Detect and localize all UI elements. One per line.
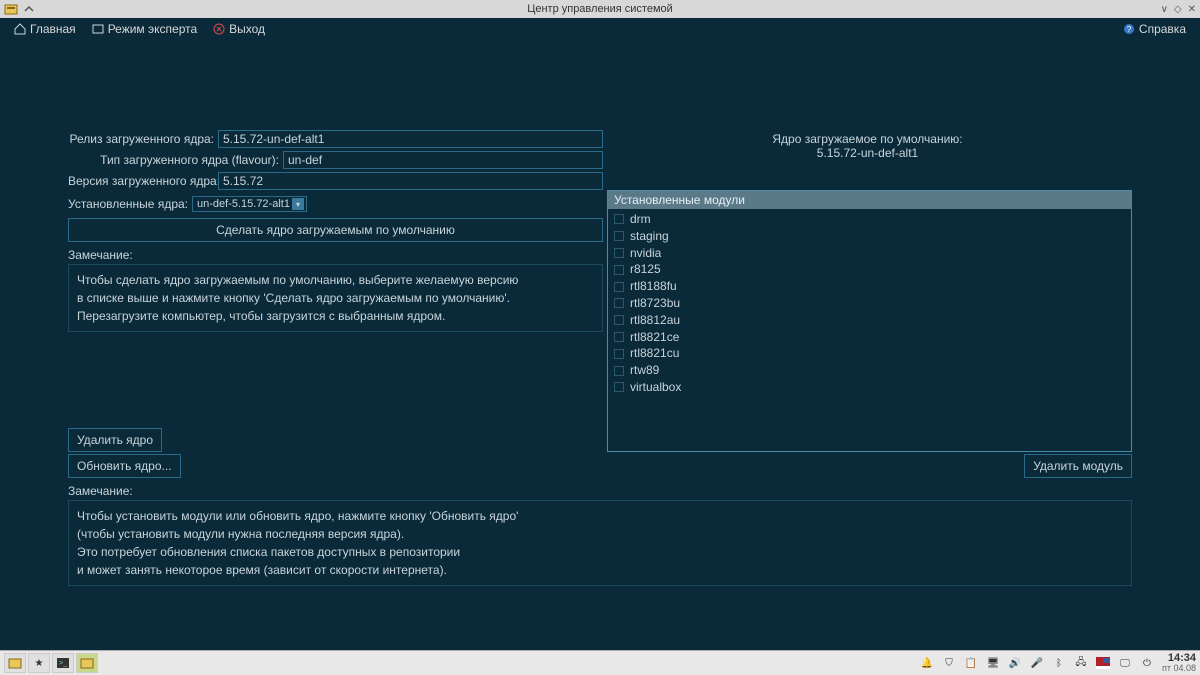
module-item[interactable]: r8125 xyxy=(608,261,1131,278)
module-checkbox[interactable] xyxy=(614,332,624,342)
default-kernel-value: 5.15.72-un-def-alt1 xyxy=(603,146,1132,160)
note2-label: Замечание: xyxy=(68,484,1132,498)
module-item[interactable]: nvidia xyxy=(608,245,1131,262)
up-icon[interactable] xyxy=(22,2,36,16)
remove-module-button[interactable]: Удалить модуль xyxy=(1024,454,1132,478)
taskbar-favorites[interactable]: ★ xyxy=(28,653,50,673)
taskbar-control-center[interactable] xyxy=(76,653,98,673)
microphone-icon[interactable]: 🎤 xyxy=(1030,656,1044,670)
logout-icon[interactable]: ⏻ xyxy=(1140,656,1154,670)
module-checkbox[interactable] xyxy=(614,214,624,224)
monitor-icon[interactable]: 🖵 xyxy=(1118,656,1132,670)
module-item[interactable]: virtualbox xyxy=(608,379,1131,396)
module-label: rtl8821ce xyxy=(630,329,679,346)
menu-help[interactable]: ? Справка xyxy=(1115,22,1194,36)
module-checkbox[interactable] xyxy=(614,315,624,325)
modules-panel: Установленные модули drmstagingnvidiar81… xyxy=(607,190,1132,452)
module-checkbox[interactable] xyxy=(614,298,624,308)
installed-dropdown[interactable]: un-def-5.15.72-alt1 ▾ xyxy=(192,196,307,212)
note2-box: Чтобы установить модули или обновить ядр… xyxy=(68,500,1132,586)
maximize-button[interactable]: ◇ xyxy=(1174,4,1182,15)
notification-icon[interactable]: 🔔 xyxy=(920,656,934,670)
flavour-label: Тип загруженного ядра (flavour): xyxy=(68,153,283,167)
modules-list[interactable]: drmstagingnvidiar8125rtl8188furtl8723bur… xyxy=(608,209,1131,451)
module-item[interactable]: rtl8812au xyxy=(608,312,1131,329)
expert-icon xyxy=(92,23,104,35)
module-checkbox[interactable] xyxy=(614,382,624,392)
minimize-button[interactable]: ∨ xyxy=(1161,4,1168,15)
module-checkbox[interactable] xyxy=(614,366,624,376)
help-icon: ? xyxy=(1123,23,1135,35)
module-label: virtualbox xyxy=(630,379,681,396)
window-titlebar: Центр управления системой ∨ ◇ ✕ xyxy=(0,0,1200,18)
window-title: Центр управления системой xyxy=(527,3,673,15)
module-checkbox[interactable] xyxy=(614,265,624,275)
security-icon[interactable]: ⛉ xyxy=(942,656,956,670)
flavour-input[interactable] xyxy=(283,151,603,169)
make-default-button[interactable]: Сделать ядро загружаемым по умолчанию xyxy=(68,218,603,242)
main-content: Релиз загруженного ядра: Тип загруженног… xyxy=(0,40,1200,650)
close-button[interactable]: ✕ xyxy=(1188,4,1196,15)
version-input[interactable] xyxy=(218,172,603,190)
module-checkbox[interactable] xyxy=(614,248,624,258)
module-item[interactable]: rtl8188fu xyxy=(608,278,1131,295)
version-label: Версия загруженного ядра: xyxy=(68,174,218,188)
exit-icon xyxy=(213,23,225,35)
module-label: rtl8723bu xyxy=(630,295,680,312)
module-checkbox[interactable] xyxy=(614,349,624,359)
module-label: rtw89 xyxy=(630,362,659,379)
release-input[interactable] xyxy=(218,130,603,148)
menu-home[interactable]: Главная xyxy=(6,22,84,36)
keyboard-layout-icon[interactable] xyxy=(1096,656,1110,670)
network-icon[interactable]: 🖧 xyxy=(1074,656,1088,670)
modules-header: Установленные модули xyxy=(608,191,1131,209)
bluetooth-icon[interactable]: ᛒ xyxy=(1052,656,1066,670)
note1-box: Чтобы сделать ядро загружаемым по умолча… xyxy=(68,264,603,332)
module-label: staging xyxy=(630,228,669,245)
menu-expert[interactable]: Режим эксперта xyxy=(84,22,205,36)
chevron-down-icon: ▾ xyxy=(292,198,304,210)
home-icon xyxy=(14,23,26,35)
module-item[interactable]: rtw89 xyxy=(608,362,1131,379)
note1-label: Замечание: xyxy=(68,248,603,262)
module-item[interactable]: staging xyxy=(608,228,1131,245)
remove-kernel-button[interactable]: Удалить ядро xyxy=(68,428,162,452)
clipboard-icon[interactable]: 📋 xyxy=(964,656,978,670)
module-checkbox[interactable] xyxy=(614,231,624,241)
module-checkbox[interactable] xyxy=(614,282,624,292)
module-label: rtl8188fu xyxy=(630,278,677,295)
menubar: Главная Режим эксперта Выход ? Справка xyxy=(0,18,1200,40)
taskbar-clock[interactable]: 14:34 пт 04.08 xyxy=(1162,653,1196,673)
update-kernel-button[interactable]: Обновить ядро... xyxy=(68,454,181,478)
menu-exit[interactable]: Выход xyxy=(205,22,273,36)
volume-icon[interactable]: 🔊 xyxy=(1008,656,1022,670)
module-item[interactable]: rtl8723bu xyxy=(608,295,1131,312)
module-item[interactable]: drm xyxy=(608,211,1131,228)
default-kernel-label: Ядро загружаемое по умолчанию: xyxy=(603,132,1132,146)
module-label: r8125 xyxy=(630,261,661,278)
taskbar-terminal[interactable]: >_ xyxy=(52,653,74,673)
svg-text:?: ? xyxy=(1127,25,1132,34)
svg-text:>_: >_ xyxy=(59,660,67,667)
module-label: nvidia xyxy=(630,245,661,262)
module-label: rtl8812au xyxy=(630,312,680,329)
installed-label: Установленные ядра: xyxy=(68,197,192,211)
display-icon[interactable]: 🖥 xyxy=(986,656,1000,670)
module-label: rtl8821cu xyxy=(630,345,679,362)
app-icon xyxy=(4,2,18,16)
module-item[interactable]: rtl8821cu xyxy=(608,345,1131,362)
module-label: drm xyxy=(630,211,651,228)
taskbar: ★ >_ 🔔 ⛉ 📋 🖥 🔊 🎤 ᛒ 🖧 🖵 ⏻ 14:34 пт 04.08 xyxy=(0,650,1200,675)
module-item[interactable]: rtl8821ce xyxy=(608,329,1131,346)
taskbar-app-menu[interactable] xyxy=(4,653,26,673)
release-label: Релиз загруженного ядра: xyxy=(68,132,218,146)
